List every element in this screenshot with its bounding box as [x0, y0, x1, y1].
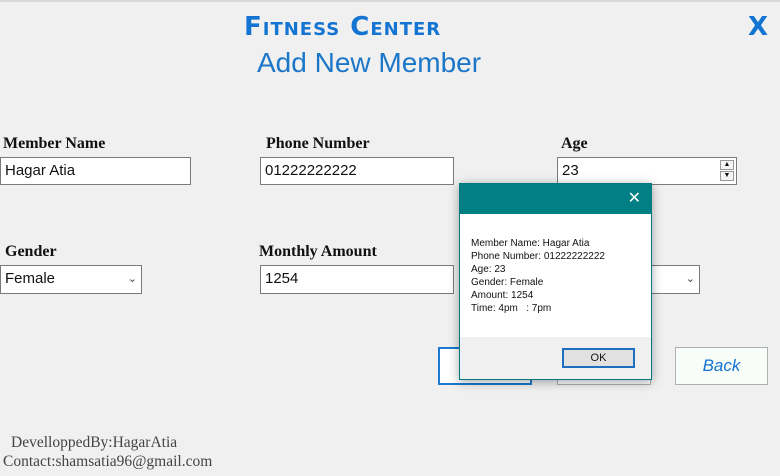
monthly-amount-label: Monthly Amount [259, 243, 377, 260]
developer-contact: Contact:shamsatia96@gmail.com [3, 453, 213, 470]
chevron-down-icon: ⌄ [685, 273, 695, 285]
dialog-titlebar[interactable]: ✕ [460, 184, 651, 214]
top-border [0, 0, 780, 2]
member-name-input[interactable]: Hagar Atia [0, 157, 191, 185]
app-title: Fitness Center [244, 12, 442, 42]
age-value: 23 [562, 162, 579, 179]
ok-button[interactable]: OK [562, 348, 635, 368]
gender-select[interactable]: Female ⌄ [0, 265, 142, 294]
dialog-footer: OK [460, 337, 651, 379]
age-stepper[interactable]: 23 ▲ ▼ [557, 157, 737, 185]
dialog-line: Gender: Female [471, 277, 544, 288]
phone-number-input[interactable]: 01222222222 [260, 157, 454, 185]
gender-label: Gender [5, 243, 57, 260]
chevron-down-icon: ⌄ [127, 273, 137, 285]
close-icon[interactable]: ✕ [628, 189, 641, 209]
message-dialog: ✕ Member Name: Hagar Atia Phone Number: … [459, 183, 652, 380]
dialog-message: Member Name: Hagar Atia Phone Number: 01… [460, 214, 651, 315]
close-app-button[interactable]: X [748, 12, 768, 42]
age-spinner[interactable]: ▲ ▼ [720, 160, 734, 182]
back-button[interactable]: Back [675, 347, 768, 385]
phone-number-label: Phone Number [266, 135, 370, 152]
dialog-line: Phone Number: 01222222222 [471, 251, 605, 262]
dialog-line: Age: 23 [471, 264, 506, 275]
page-title: Add New Member [257, 47, 482, 78]
dialog-line: Time: 4pm : 7pm [471, 303, 552, 314]
spin-up-icon[interactable]: ▲ [720, 160, 734, 170]
spin-down-icon[interactable]: ▼ [720, 171, 734, 181]
monthly-amount-input[interactable]: 1254 [260, 265, 454, 294]
gender-value: Female [5, 270, 56, 287]
dialog-line: Amount: 1254 [471, 290, 534, 301]
age-label: Age [561, 135, 588, 152]
member-name-label: Member Name [3, 135, 106, 152]
developer-credit: DevelloppedBy:HagarAtia [11, 434, 178, 451]
dialog-line: Member Name: Hagar Atia [471, 238, 590, 249]
